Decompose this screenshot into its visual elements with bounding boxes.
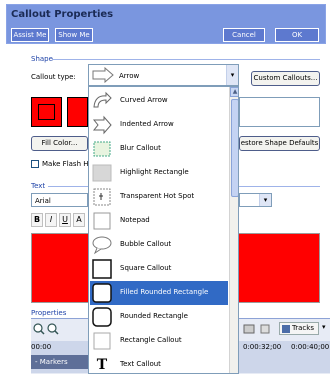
dropdown-item[interactable]: Notepad [90,209,228,233]
dropdown-item-label: Square Callout [120,264,172,272]
dropdown-item[interactable]: Indented Arrow [90,113,228,137]
curved-arrow-icon [92,91,112,111]
properties-group-label: Properties [31,309,67,317]
dropdown-scrollbar[interactable]: ▲ [229,87,238,373]
blur-callout-icon [92,139,112,159]
font-color-button[interactable]: A [73,213,85,227]
tracks-label: Tracks [292,324,314,332]
tracks-button[interactable]: Tracks [279,322,319,335]
chevron-down-icon[interactable]: ▾ [322,323,326,331]
custom-callouts-button[interactable]: Custom Callouts... [251,71,320,86]
ruler-time-label: 0:00:40;00 [291,343,330,351]
highlight-rectangle-icon [92,163,112,183]
tool-icon[interactable] [259,323,271,335]
film-icon[interactable] [243,323,255,335]
panel-title: Callout Properties [11,9,114,20]
tracks-icon [282,325,290,333]
dropdown-item-label: Notepad [120,216,150,224]
text-group-label: Text [31,182,46,190]
dropdown-item[interactable]: Filled Rounded Rectangle [90,281,228,305]
dropdown-item-label: Transparent Hot Spot [120,192,195,200]
callout-type-dropdown[interactable]: Curved Arrow Indented Arrow Blur Callout Hi… [88,86,239,374]
dropdown-item-label: Bubble Callout [120,240,172,248]
underline-button[interactable]: U [59,213,71,227]
callout-type-label: Callout type: [31,73,76,81]
restore-shape-defaults-button[interactable]: estore Shape Defaults [239,136,320,151]
italic-button[interactable]: I [45,213,57,227]
rounded-rectangle-icon [92,307,112,327]
notepad-icon [92,211,112,231]
shape-group-divider [52,59,320,60]
arrow-icon [92,67,114,83]
dropdown-item-label: Blur Callout [120,144,161,152]
shape-preview-box [239,97,320,127]
chevron-down-icon[interactable]: ▾ [226,65,238,85]
panel-header: Callout Properties Assist Me Show Me Can… [6,4,326,44]
show-me-button[interactable]: Show Me [55,28,93,42]
shape-group-label: Shape [31,55,53,63]
rectangle-callout-icon [92,331,112,351]
dropdown-item[interactable]: Blur Callout [90,137,228,161]
chevron-down-icon[interactable]: ▾ [259,194,271,206]
ruler-time-label: 0:00:32;00 [243,343,282,351]
cancel-button[interactable]: Cancel [223,28,265,42]
markers-track-label[interactable]: - Markers [31,355,93,369]
dropdown-item-label: Filled Rounded Rectangle [120,288,209,296]
bold-button[interactable]: B [31,213,43,227]
ruler-time-label: 00:00 [31,343,52,351]
scrollbar-thumb[interactable] [231,99,238,197]
dropdown-item[interactable]: Rectangle Callout [90,329,228,353]
font-size-select[interactable]: ▾ [239,193,272,207]
scroll-up-icon[interactable]: ▲ [230,87,238,97]
fill-color-button[interactable]: Fill Color... [31,136,88,151]
bubble-callout-icon [92,235,112,255]
callout-properties-panel: Callout Properties Assist Me Show Me Can… [0,0,330,374]
indented-arrow-icon [92,115,112,135]
font-value: Arial [35,197,51,205]
text-callout-icon: T [96,357,108,373]
assist-me-button[interactable]: Assist Me [11,28,49,42]
filled-rounded-rectangle-icon [92,283,112,303]
dropdown-item[interactable]: Bubble Callout [90,233,228,257]
make-flash-hotspot-checkbox[interactable] [31,160,39,168]
dropdown-item[interactable]: T Text Callout [90,353,228,373]
dropdown-item[interactable]: Curved Arrow [90,89,228,113]
fill-color-swatch[interactable] [31,97,62,127]
dropdown-item-label: Curved Arrow [120,96,168,104]
zoom-out-icon[interactable] [47,323,59,335]
dropdown-item-label: Rectangle Callout [120,336,182,344]
callout-type-select[interactable]: Arrow ▾ [88,64,239,86]
zoom-in-icon[interactable] [33,323,45,335]
dropdown-item-label: Text Callout [120,360,161,368]
dropdown-item-label: Highlight Rectangle [120,168,189,176]
border-color-swatch[interactable] [67,97,88,127]
dropdown-item[interactable]: Highlight Rectangle [90,161,228,185]
dropdown-item[interactable]: Square Callout [90,257,228,281]
square-callout-icon [92,259,112,279]
dropdown-item-label: Indented Arrow [120,120,174,128]
hot-spot-icon [92,187,112,207]
dropdown-item-label: Rounded Rectangle [120,312,188,320]
ok-button[interactable]: OK [275,28,319,42]
font-select[interactable]: Arial [31,193,88,207]
dropdown-item[interactable]: Rounded Rectangle [90,305,228,329]
dropdown-item[interactable]: Transparent Hot Spot [90,185,228,209]
callout-type-value: Arrow [119,72,140,80]
